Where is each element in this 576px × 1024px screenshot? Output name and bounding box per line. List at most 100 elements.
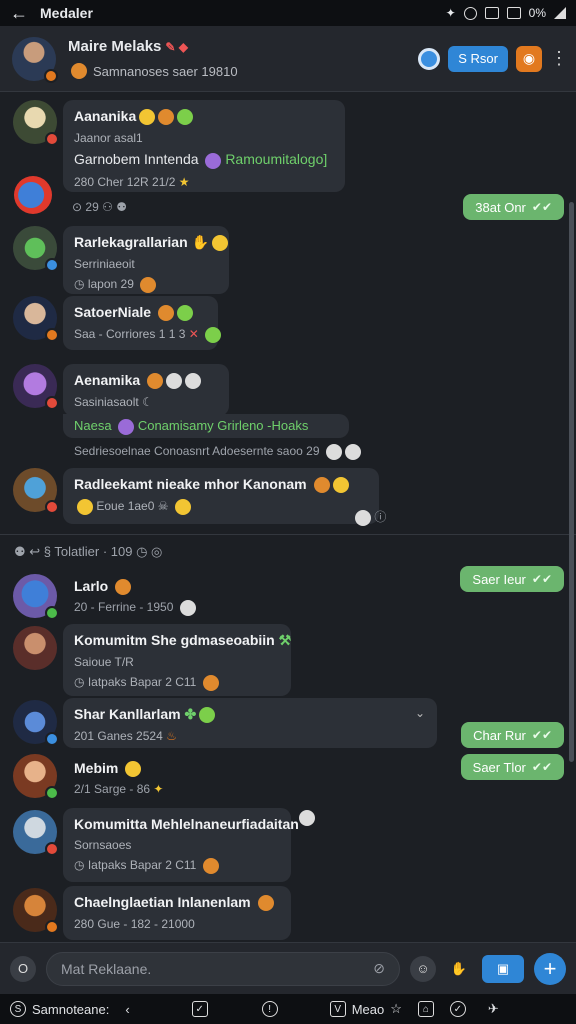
badge-icon xyxy=(45,396,59,410)
star-emoji-icon xyxy=(157,305,174,322)
message-timestamp: Sedriesoelnae Conoasnrt Adoesernte saoo … xyxy=(74,444,320,459)
home-icon[interactable]: ⌂ xyxy=(417,1001,434,1017)
star-icon: ✦ xyxy=(153,782,164,796)
sent-message[interactable]: Char Rur ✔✔ xyxy=(461,722,564,748)
face-emoji-icon xyxy=(166,373,183,390)
airplane-icon[interactable]: ✈ xyxy=(488,1001,499,1017)
avatar[interactable] xyxy=(13,888,59,934)
divider xyxy=(0,534,576,535)
sent-message-text: Saer Tlor xyxy=(472,759,526,775)
message-timestamp: Iatpaks Bapar 2 C11 xyxy=(87,675,197,690)
sent-message[interactable]: Saer Tlor ✔✔ xyxy=(460,754,564,780)
pencil-icon: ✎ ◆ xyxy=(165,40,189,54)
alien-emoji-icon xyxy=(176,305,193,322)
checkbox-icon[interactable]: ✓ xyxy=(191,1001,208,1017)
message-link[interactable]: Ramoumitalogo] xyxy=(225,151,327,167)
message-bubble[interactable]: Shar Kanllarlam ✤ 201 Ganes 2524 ♨ ⌄ xyxy=(63,698,437,748)
image-button[interactable]: ▣ xyxy=(482,954,524,983)
sent-message-text: 38at Onr xyxy=(475,199,526,215)
avatar[interactable] xyxy=(13,626,57,670)
fire-icon: ♨ xyxy=(166,729,177,744)
bottom-nav: S Samnoteane: ‹ ✓ ! V Meao ☆ ⌂ ✓ ✈ xyxy=(0,994,576,1024)
message-bubble[interactable]: Aananika Jaanor asal1 Garnobem Inntenda … xyxy=(63,100,345,192)
message-meta: 20 - Ferrine - 1950 xyxy=(74,600,174,615)
sent-message-text: Saer Ieur xyxy=(472,571,526,587)
chat-header-info[interactable]: Maire Melaks ✎ ◆ Samnanoses saer 19810 xyxy=(68,38,238,79)
sent-message[interactable]: 38at Onr ✔✔ xyxy=(463,194,564,220)
avatar[interactable] xyxy=(13,364,59,410)
attach-icon[interactable]: ⊘ xyxy=(373,960,385,977)
star-icon: ★ xyxy=(178,174,190,189)
status-title: Medaler xyxy=(40,5,93,21)
info-icon[interactable]: ! xyxy=(261,1001,278,1017)
message-meta: 201 Ganes 2524 xyxy=(74,729,163,744)
chevron-left-icon[interactable]: ‹ xyxy=(125,1002,129,1017)
message-bubble-continued[interactable]: Naesa Conamisamy Grirleno -Hoaks xyxy=(63,414,349,438)
scrollbar[interactable] xyxy=(569,202,574,762)
badge-icon xyxy=(45,920,59,934)
message-timestamp: lapon 29 xyxy=(87,277,134,292)
sender-name: Komumitm She gdmaseoabiin xyxy=(74,632,275,648)
cross-icon: ✕ xyxy=(188,327,199,342)
back-arrow-icon[interactable]: ← xyxy=(10,3,28,24)
sent-message[interactable]: Saer Ieur ✔✔ xyxy=(460,566,564,592)
avatar[interactable] xyxy=(13,226,59,272)
read-check-icon: ✔✔ xyxy=(531,200,552,214)
emoji-icon xyxy=(257,895,274,912)
hammer-icon: ⚒ xyxy=(278,632,292,648)
message-bubble[interactable]: Chaelnglaetian Inlanenlam 280 Gue - 182 … xyxy=(63,886,291,940)
star-emoji-icon xyxy=(158,109,175,126)
message-text: Naesa xyxy=(74,418,112,433)
add-button[interactable]: + xyxy=(534,952,566,985)
message-link[interactable]: Conamisamy Grirleno -Hoaks xyxy=(138,418,309,433)
message-bubble[interactable]: Radleekamt nieake mhor Kanonam Eoue 1ae0… xyxy=(63,468,379,524)
message-bubble[interactable]: Rarlekagrallarian ✋ Serriniaeoit ◷ lapon… xyxy=(63,226,229,294)
avatar[interactable] xyxy=(14,176,52,214)
star-outline-icon[interactable]: ☆ xyxy=(390,1001,402,1017)
avatar[interactable] xyxy=(13,810,59,856)
sender-name: Komumitta Mehlelnaneurfiadaitan xyxy=(74,816,299,832)
gesture-icon[interactable]: ✋ xyxy=(446,956,472,982)
badge-icon xyxy=(45,132,59,146)
message-list[interactable]: Aananika Jaanor asal1 Garnobem Inntenda … xyxy=(0,92,576,942)
avatar[interactable] xyxy=(13,296,59,342)
message-bubble[interactable]: Komumitta Mehlelnaneurfiadaitan Sornsaoe… xyxy=(63,808,299,882)
avatar[interactable] xyxy=(12,36,58,83)
nav-left-label: Samnoteane: xyxy=(32,1001,110,1017)
badge-icon xyxy=(45,500,59,514)
message-meta: 280 Gue - 182 - 21000 xyxy=(74,917,195,932)
avatar[interactable] xyxy=(13,700,59,746)
message-bubble[interactable]: Komumitm She gdmaseoabiin ⚒ Saioue T/R ◷… xyxy=(63,624,291,696)
flame-button[interactable]: ◉ xyxy=(516,45,542,72)
message-bubble[interactable]: Mebim xyxy=(63,754,143,784)
message-bubble[interactable]: SatoerNiale Saa - Corriores 1 1 3 ✕ xyxy=(63,296,222,350)
avatar[interactable] xyxy=(13,754,59,800)
chevron-down-icon[interactable]: ⌄ xyxy=(415,706,425,720)
avatar[interactable] xyxy=(13,100,59,146)
clock-icon: ◷ xyxy=(74,858,85,873)
circle-s-icon[interactable]: S xyxy=(10,1001,26,1017)
clock-icon: ◷ ◎ xyxy=(136,544,163,559)
sticker-icon[interactable]: ☺ xyxy=(410,955,436,982)
battery-percent: 0% xyxy=(528,6,546,20)
message-bubble[interactable]: Larlo xyxy=(63,572,143,602)
v-box-icon[interactable]: V xyxy=(329,1001,346,1017)
message-input[interactable] xyxy=(61,960,374,977)
avatar[interactable] xyxy=(13,468,59,514)
call-button[interactable] xyxy=(418,47,441,70)
grin-emoji-icon xyxy=(177,109,194,126)
reaction-face-icon xyxy=(344,444,361,460)
header-actions: S Rsor ◉ ⋮ xyxy=(418,45,568,72)
more-menu-icon[interactable]: ⋮ xyxy=(550,48,568,69)
emoji-picker-icon[interactable]: O xyxy=(10,955,36,982)
message-bubble[interactable]: Aenamika Sasiniasaolt ☾ xyxy=(63,364,229,416)
badge-icon xyxy=(45,258,59,272)
chat-subtitle: Samnanoses saer 19810 xyxy=(93,63,238,79)
badge-icon xyxy=(45,842,59,856)
hand-emoji-icon xyxy=(174,499,191,516)
avatar[interactable] xyxy=(13,574,59,620)
badge-icon xyxy=(45,606,59,620)
smile-emoji-icon xyxy=(125,761,142,778)
check-circle-icon[interactable]: ✓ xyxy=(449,1001,466,1017)
info-pill-button[interactable]: S Rsor xyxy=(448,45,508,72)
